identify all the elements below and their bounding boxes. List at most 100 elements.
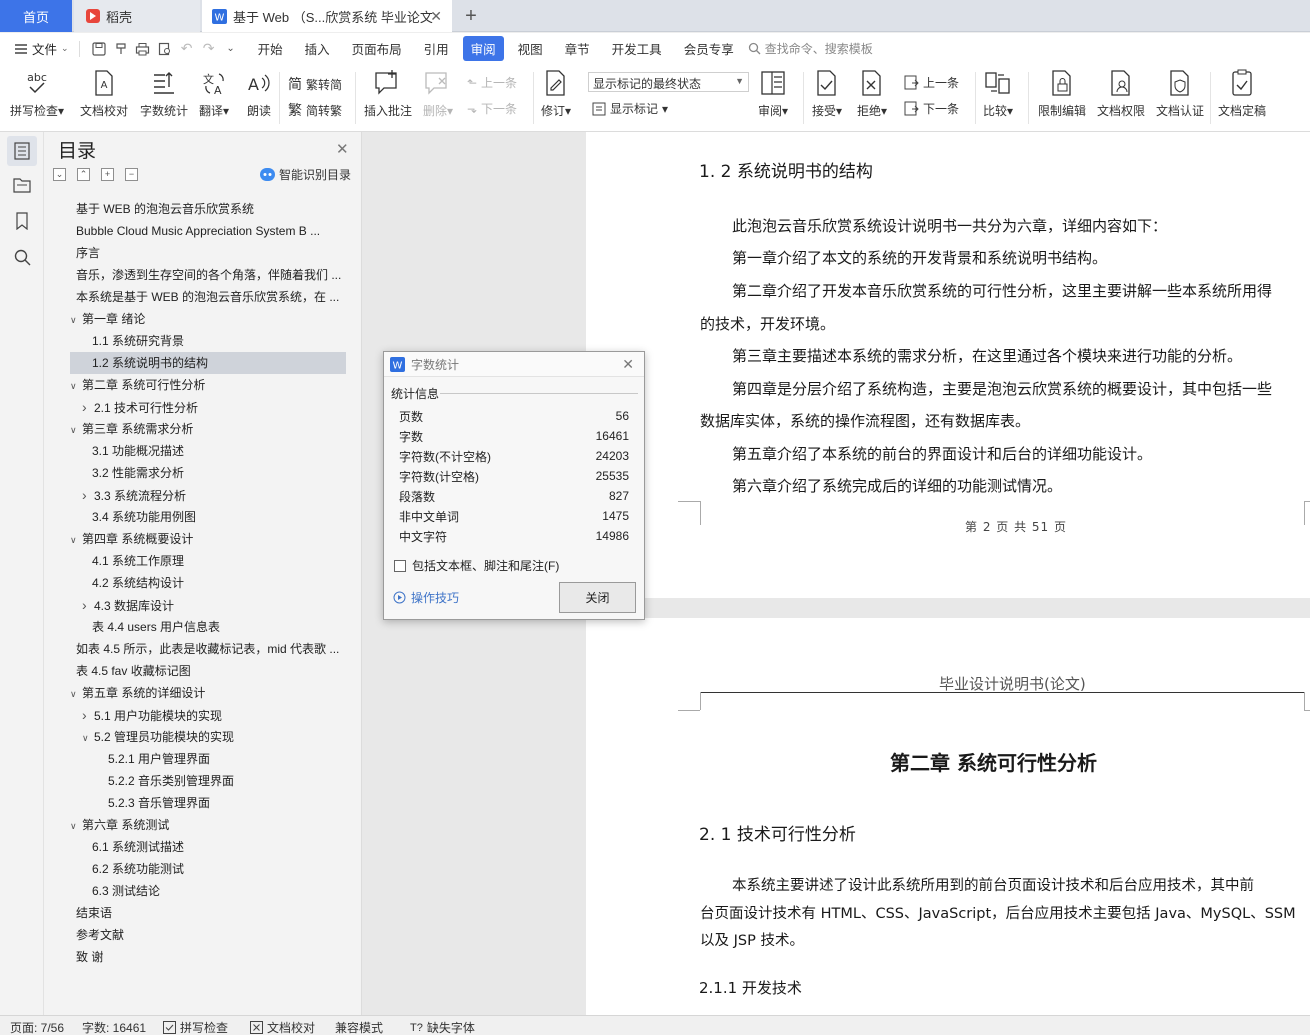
menu-developer[interactable]: 开发工具 — [604, 36, 670, 61]
toc-item[interactable]: 音乐，渗透到生存空间的各个角落，伴随着我们 ... — [70, 264, 346, 286]
compare-button[interactable]: 比较▾ — [983, 68, 1013, 119]
close-icon[interactable]: ✕ — [336, 140, 349, 158]
doc-certify-button[interactable]: 文档认证 — [1156, 68, 1204, 119]
toc-item[interactable]: 结束语 — [70, 902, 346, 924]
chevron-down-icon[interactable]: ∨ — [70, 815, 82, 836]
include-textbox-checkbox[interactable]: 包括文本框、脚注和尾注(F) — [394, 557, 559, 574]
save-icon[interactable] — [88, 39, 110, 59]
toc-item[interactable]: 如表 4.5 所示，此表是收藏标记表，mid 代表歌 ... — [70, 638, 346, 660]
toc-item[interactable]: ∨ 第三章 系统需求分析 — [70, 418, 346, 440]
missing-font[interactable]: T? 缺失字体 — [410, 1019, 475, 1035]
toc-item[interactable]: 表 4.5 fav 收藏标记图 — [70, 660, 346, 682]
doc-permission-button[interactable]: 文档权限 — [1097, 68, 1145, 119]
chevron-right-icon[interactable]: › — [82, 484, 94, 506]
chevron-down-icon[interactable]: ∨ — [70, 683, 82, 704]
doc-finalize-button[interactable]: 文档定稿 — [1218, 68, 1266, 119]
toc-item[interactable]: 3.1 功能概况描述 — [70, 440, 346, 462]
menu-references[interactable]: 引用 — [416, 36, 457, 61]
delete-comment-button[interactable]: 删除▾ — [423, 68, 453, 119]
expand-up-icon[interactable]: ⌃ — [77, 168, 90, 181]
toc-item[interactable]: 4.1 系统工作原理 — [70, 550, 346, 572]
more-chevron-icon[interactable]: ⌄ — [220, 39, 242, 59]
paint-format-icon[interactable] — [110, 39, 132, 59]
markup-display-select[interactable]: 显示标记的最终状态 ▼ — [588, 72, 749, 92]
redo-icon[interactable]: ↷ — [198, 39, 220, 59]
status-proof[interactable]: 文档校对 — [250, 1019, 315, 1035]
toc-item[interactable]: › 3.3 系统流程分析 — [70, 484, 346, 506]
page-indicator[interactable]: 页面: 7/56 — [10, 1019, 64, 1035]
toc-item[interactable]: ∨ 第五章 系统的详细设计 — [70, 682, 346, 704]
remove-heading-icon[interactable]: − — [125, 168, 138, 181]
menu-page-layout[interactable]: 页面布局 — [344, 36, 410, 61]
menu-review[interactable]: 审阅 — [462, 36, 504, 61]
translate-button[interactable]: 文A 翻译▾ — [199, 68, 229, 119]
print-icon[interactable] — [132, 39, 154, 59]
toc-item[interactable]: ∨ 第四章 系统概要设计 — [70, 528, 346, 550]
toc-item[interactable]: 本系统是基于 WEB 的泡泡云音乐欣赏系统，在 ... — [70, 286, 346, 308]
tab-document[interactable]: W 基于 Web （S...欣赏系统 毕业论文 ✕ — [202, 0, 452, 32]
chevron-down-icon[interactable]: ∨ — [70, 419, 82, 440]
document-canvas[interactable]: 1. 2 系统说明书的结构 此泡泡云音乐欣赏系统设计说明书一共分为六章，详细内容… — [586, 132, 1310, 1015]
chevron-down-icon[interactable]: ∨ — [70, 309, 82, 330]
toc-item[interactable]: 5.2.3 音乐管理界面 — [70, 792, 346, 814]
next-comment-button[interactable]: ⬎ 下一条 — [467, 100, 517, 117]
chevron-down-icon[interactable]: ∨ — [70, 375, 82, 396]
toc-item[interactable]: › 5.1 用户功能模块的实现 — [70, 704, 346, 726]
collapse-all-icon[interactable]: ⌄ — [53, 168, 66, 181]
prev-change-button[interactable]: 上一条 — [904, 74, 959, 91]
toc-item[interactable]: ∨ 第二章 系统可行性分析 — [70, 374, 346, 396]
close-icon[interactable]: ✕ — [622, 356, 634, 373]
close-button[interactable]: 关闭 — [559, 582, 636, 613]
reject-button[interactable]: 拒绝▾ — [857, 68, 887, 119]
toc-item[interactable]: Bubble Cloud Music Appreciation System B… — [70, 220, 346, 242]
toc-item[interactable]: 3.2 性能需求分析 — [70, 462, 346, 484]
add-heading-icon[interactable]: + — [101, 168, 114, 181]
chapter-nav-icon[interactable] — [7, 170, 37, 200]
toc-item[interactable]: ∨ 5.2 管理员功能模块的实现 — [70, 726, 346, 748]
toc-item[interactable]: 4.2 系统结构设计 — [70, 572, 346, 594]
accept-button[interactable]: 接受▾ — [812, 68, 842, 119]
toc-item[interactable]: ∨ 第六章 系统测试 — [70, 814, 346, 836]
revise-button[interactable]: 修订▾ — [541, 68, 571, 119]
toc-panel-icon[interactable] — [7, 136, 37, 166]
tab-daoke[interactable]: 稻壳 — [74, 0, 200, 32]
toc-item[interactable]: 基于 WEB 的泡泡云音乐欣赏系统 — [70, 198, 346, 220]
toc-item[interactable]: 5.2.2 音乐类别管理界面 — [70, 770, 346, 792]
menu-start[interactable]: 开始 — [250, 36, 291, 61]
chevron-down-icon[interactable]: ∨ — [70, 529, 82, 550]
print-preview-icon[interactable] — [154, 39, 176, 59]
compat-mode[interactable]: 兼容模式 — [335, 1019, 383, 1035]
menu-member[interactable]: 会员专享 — [676, 36, 742, 61]
show-markup-button[interactable]: 显示标记 ▾ — [592, 100, 668, 117]
toc-item[interactable]: 致 谢 — [70, 946, 346, 968]
insert-comment-button[interactable]: 插入批注 — [364, 68, 412, 119]
doc-proof-button[interactable]: A 文档校对 — [80, 68, 128, 119]
toc-item[interactable]: 表 4.4 users 用户信息表 — [70, 616, 346, 638]
smart-toc-button[interactable]: 智能识别目录 — [260, 166, 351, 183]
word-count-button[interactable]: 字数统计 — [140, 68, 188, 119]
simp-to-trad-button[interactable]: 繁 简转繁 — [288, 100, 342, 120]
chevron-right-icon[interactable]: › — [82, 704, 94, 726]
spellcheck-button[interactable]: abc 拼写检查▾ — [10, 68, 64, 119]
bookmark-icon[interactable] — [7, 206, 37, 236]
dialog-titlebar[interactable]: W 字数统计 ✕ — [384, 352, 644, 377]
toc-item[interactable]: ∨ 第一章 绪论 — [70, 308, 346, 330]
toc-item[interactable]: 6.2 系统功能测试 — [70, 858, 346, 880]
trad-to-simp-button[interactable]: 简 繁转简 — [288, 74, 342, 94]
close-tab-icon[interactable]: ✕ — [430, 8, 442, 25]
find-icon[interactable] — [7, 242, 37, 272]
read-aloud-button[interactable]: A 朗读 — [245, 68, 273, 119]
new-tab-button[interactable]: + — [458, 0, 484, 32]
chevron-right-icon[interactable]: › — [82, 396, 94, 418]
toc-item[interactable]: 5.2.1 用户管理界面 — [70, 748, 346, 770]
toc-item[interactable]: 序言 — [70, 242, 346, 264]
word-count-indicator[interactable]: 字数: 16461 — [82, 1019, 146, 1035]
toc-item[interactable]: 6.3 测试结论 — [70, 880, 346, 902]
checkbox-box[interactable] — [394, 559, 406, 572]
command-search[interactable]: 查找命令、搜索模板 — [748, 40, 873, 57]
chevron-down-icon[interactable]: ∨ — [82, 727, 94, 748]
toc-item[interactable]: › 4.3 数据库设计 — [70, 594, 346, 616]
toc-item[interactable]: 6.1 系统测试描述 — [70, 836, 346, 858]
menu-insert[interactable]: 插入 — [297, 36, 338, 61]
toc-item[interactable]: 1.1 系统研究背景 — [70, 330, 346, 352]
